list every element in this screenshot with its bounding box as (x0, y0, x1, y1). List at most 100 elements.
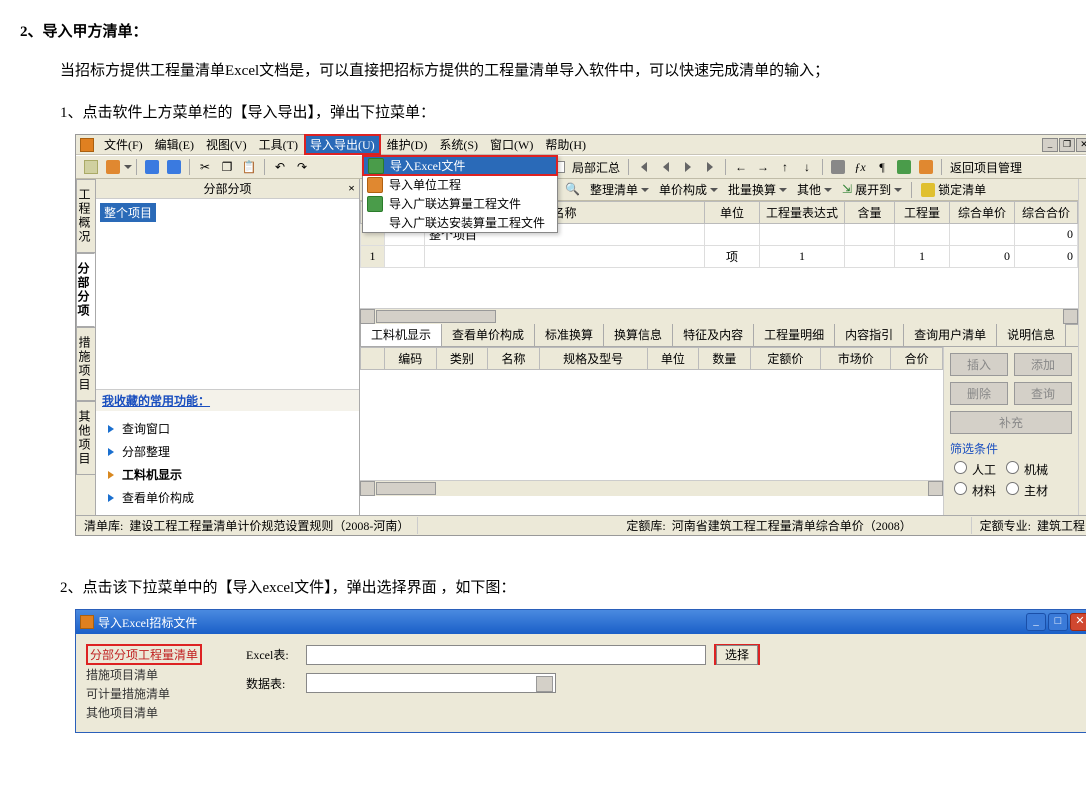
list-item-other[interactable]: 其他项目清单 (86, 703, 226, 722)
nav-prev-icon[interactable] (657, 158, 675, 176)
col-qty[interactable]: 工程量 (895, 202, 950, 224)
btn-delete[interactable]: 删除 (950, 382, 1008, 405)
col2-kind[interactable]: 类别 (436, 348, 488, 370)
tb-copy-icon[interactable]: ❐ (218, 158, 236, 176)
fav-item-organize[interactable]: 分部整理 (108, 440, 347, 463)
subtab-convinfo[interactable]: 换算信息 (603, 322, 673, 346)
tb-redo-icon[interactable]: ↷ (293, 158, 311, 176)
dlg-close-button[interactable]: ✕ (1070, 613, 1086, 631)
dd-import-gld-install[interactable]: 导入广联达安装算量工程文件 (363, 213, 557, 232)
nav-next-icon[interactable] (679, 158, 697, 176)
col2-qty[interactable]: 数量 (699, 348, 751, 370)
tb2-lock[interactable]: 锁定清单 (916, 181, 991, 198)
btn-insert[interactable]: 插入 (950, 353, 1008, 376)
vtab-measures[interactable]: 措施项目 (76, 327, 95, 401)
tb-paste-icon[interactable]: 📋 (240, 158, 258, 176)
dlg-min-button[interactable]: _ (1026, 613, 1046, 631)
close-button[interactable]: ✕ (1076, 138, 1086, 152)
menu-edit[interactable]: 编辑(E) (149, 134, 200, 155)
nav-first-icon[interactable] (635, 158, 653, 176)
menu-help[interactable]: 帮助(H) (539, 134, 592, 155)
subtab-priceview[interactable]: 查看单价构成 (441, 322, 535, 346)
sheet-icon[interactable] (917, 158, 935, 176)
col2-name[interactable]: 名称 (488, 348, 540, 370)
tb-back-button[interactable]: 返回项目管理 (946, 159, 1026, 176)
list-item-division[interactable]: 分部分项工程量清单 (86, 644, 202, 665)
col2-code[interactable]: 编码 (385, 348, 437, 370)
vtab-overview[interactable]: 工程概况 (76, 179, 95, 253)
radio-main[interactable]: 主材 (1006, 482, 1048, 499)
chevron-down-icon[interactable] (124, 165, 132, 169)
col-total[interactable]: 综合合价 (1015, 202, 1078, 224)
vtab-other[interactable]: 其他项目 (76, 401, 95, 475)
indent-right-icon[interactable]: → (754, 158, 772, 176)
fav-item-query[interactable]: 查询窗口 (108, 417, 347, 440)
subtab-stdconv[interactable]: 标准换算 (534, 322, 604, 346)
input-excel-path[interactable] (306, 645, 706, 665)
indent-left-icon[interactable]: ← (732, 158, 750, 176)
dd-import-excel[interactable]: 导入Excel文件 (362, 155, 558, 176)
move-down-icon[interactable]: ↓ (798, 158, 816, 176)
tb-undo-icon[interactable]: ↶ (271, 158, 289, 176)
btn-add[interactable]: 添加 (1014, 353, 1072, 376)
col2-market[interactable]: 市场价 (821, 348, 891, 370)
menu-file[interactable]: 文件(F) (98, 134, 149, 155)
tb-cut-icon[interactable]: ✂ (196, 158, 214, 176)
v-scrollbar[interactable] (1078, 179, 1086, 515)
subtab-qtydetail[interactable]: 工程量明细 (753, 322, 835, 346)
menu-tool[interactable]: 工具(T) (253, 134, 304, 155)
menu-system[interactable]: 系统(S) (433, 134, 484, 155)
list-item-countable[interactable]: 可计量措施清单 (86, 684, 226, 703)
subtab-feature[interactable]: 特征及内容 (672, 322, 754, 346)
col-expr[interactable]: 工程量表达式 (760, 202, 845, 224)
tb-new-icon[interactable] (82, 158, 100, 176)
tb2-batchconv[interactable]: 批量换算 (723, 181, 792, 198)
col2-quota[interactable]: 定额价 (750, 348, 820, 370)
calc-icon[interactable] (829, 158, 847, 176)
subtab-userlist[interactable]: 查询用户清单 (903, 322, 997, 346)
side-close-icon[interactable]: × (348, 181, 355, 196)
dd-import-gld-qty[interactable]: 导入广联达算量工程文件 (363, 194, 557, 213)
tb-saveall-icon[interactable] (165, 158, 183, 176)
col2-spec[interactable]: 规格及型号 (539, 348, 647, 370)
grid-row-2[interactable]: 1 项 1 1 0 0 (361, 246, 1078, 268)
btn-fill[interactable]: 补充 (950, 411, 1072, 434)
select-datatable[interactable] (306, 673, 556, 693)
tb2-sortlist[interactable]: 整理清单 (585, 181, 654, 198)
col2-unit[interactable]: 单位 (647, 348, 699, 370)
menu-window[interactable]: 窗口(W) (484, 134, 539, 155)
dlg-max-button[interactable]: □ (1048, 613, 1068, 631)
subtab-guide[interactable]: 内容指引 (834, 322, 904, 346)
fx-icon[interactable]: ƒx (851, 158, 869, 176)
h-scrollbar-2[interactable] (360, 480, 943, 496)
tb-save-icon[interactable] (143, 158, 161, 176)
h-scrollbar[interactable] (360, 308, 1078, 324)
choose-button[interactable]: 选择 (716, 645, 758, 665)
col-unit[interactable]: 单位 (705, 202, 760, 224)
radio-labor[interactable]: 人工 (954, 461, 996, 478)
min-button[interactable]: _ (1042, 138, 1058, 152)
col-uprice[interactable]: 综合单价 (950, 202, 1015, 224)
nav-last-icon[interactable] (701, 158, 719, 176)
subtab-materials[interactable]: 工料机显示 (360, 322, 442, 346)
tb-open-icon[interactable] (104, 158, 122, 176)
filter-icon[interactable] (895, 158, 913, 176)
menu-view[interactable]: 视图(V) (200, 134, 253, 155)
para-icon[interactable]: ¶ (873, 158, 891, 176)
vtab-division[interactable]: 分部分项 (76, 253, 95, 327)
radio-machine[interactable]: 机械 (1006, 461, 1048, 478)
subtab-notes[interactable]: 说明信息 (996, 322, 1066, 346)
dd-import-unit[interactable]: 导入单位工程 (363, 175, 557, 194)
search-icon[interactable]: 🔍 (560, 182, 585, 197)
fav-item-materials[interactable]: 工料机显示 (108, 463, 347, 486)
restore-button[interactable]: ❐ (1059, 138, 1075, 152)
col-content[interactable]: 含量 (845, 202, 895, 224)
btn-query[interactable]: 查询 (1014, 382, 1072, 405)
tree-root-node[interactable]: 整个项目 (100, 203, 156, 222)
list-item-measures[interactable]: 措施项目清单 (86, 665, 226, 684)
fav-item-priceview[interactable]: 查看单价构成 (108, 486, 347, 509)
menu-maintain[interactable]: 维护(D) (381, 134, 434, 155)
tb2-unitcomp[interactable]: 单价构成 (654, 181, 723, 198)
move-up-icon[interactable]: ↑ (776, 158, 794, 176)
tb2-other[interactable]: 其他 (792, 181, 837, 198)
